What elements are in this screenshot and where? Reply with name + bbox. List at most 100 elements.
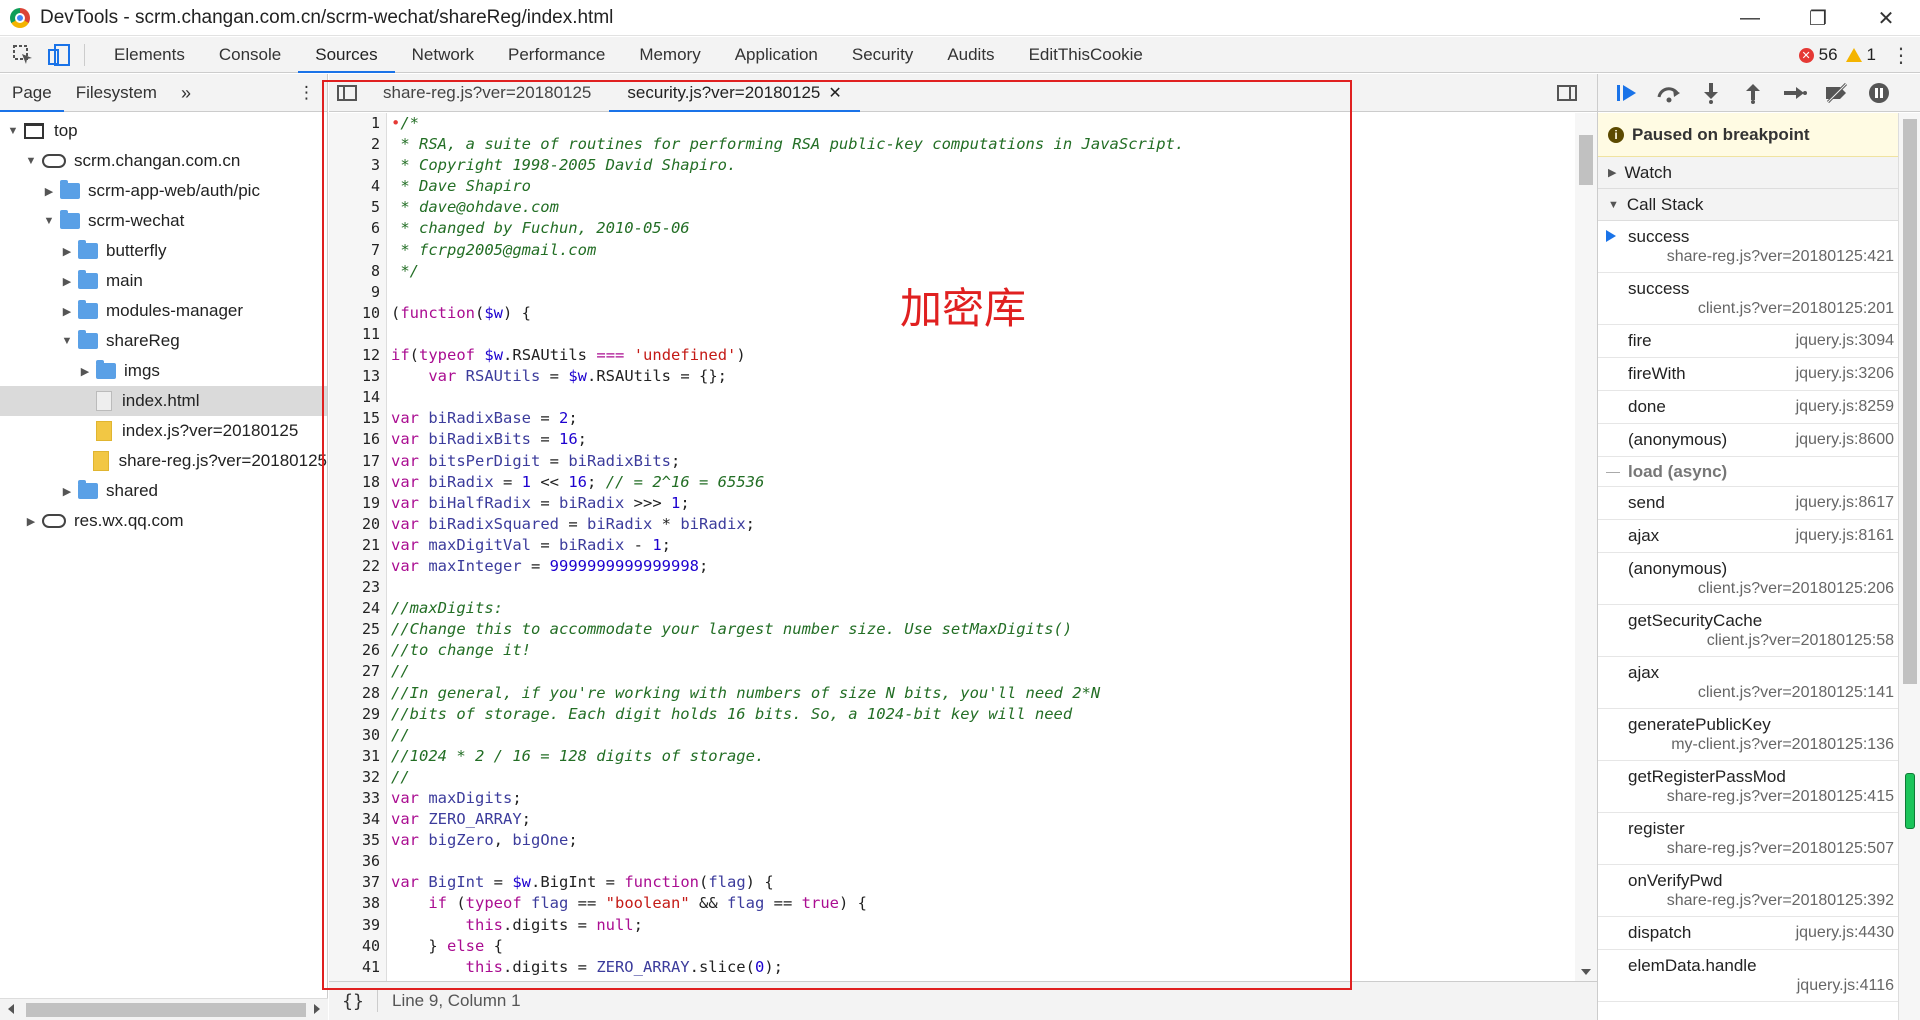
tree-item[interactable]: ▶ butterfly — [0, 236, 327, 266]
code-line[interactable]: var bigZero, bigOne; — [391, 830, 1571, 851]
code-line[interactable]: // — [391, 725, 1571, 746]
call-frame[interactable]: success share-reg.js?ver=20180125:421 — [1598, 221, 1898, 273]
line-number[interactable]: 24 — [329, 598, 386, 619]
frame-location-link[interactable]: client.js?ver=20180125:58 — [1628, 632, 1898, 650]
frame-location-link[interactable]: client.js?ver=20180125:201 — [1628, 300, 1898, 318]
tab-application[interactable]: Application — [718, 37, 835, 73]
tree-item[interactable]: ▼ scrm.changan.com.cn — [0, 146, 327, 176]
line-number[interactable]: 36 — [329, 851, 386, 872]
code-line[interactable]: var ZERO_ARRAY; — [391, 809, 1571, 830]
step-out-button[interactable] — [1732, 78, 1774, 108]
line-number[interactable]: 6 — [329, 218, 386, 239]
line-number[interactable]: 30 — [329, 725, 386, 746]
tree-item[interactable]: ▼ scrm-wechat — [0, 206, 327, 236]
debugger-vertical-scrollbar[interactable] — [1898, 113, 1920, 1020]
device-toolbar-icon[interactable] — [46, 42, 72, 68]
line-number[interactable]: 31 — [329, 746, 386, 767]
code-line[interactable]: var biRadix = 1 << 16; // = 2^16 = 65536 — [391, 472, 1571, 493]
code-line[interactable]: * fcrpg2005@gmail.com — [391, 240, 1571, 261]
frame-location-link[interactable]: share-reg.js?ver=20180125:392 — [1628, 892, 1898, 910]
code-line[interactable]: var biRadixSquared = biRadix * biRadix; — [391, 514, 1571, 535]
line-number[interactable]: 1 — [329, 113, 386, 134]
expand-arrow-icon[interactable]: ▶ — [78, 364, 92, 378]
frame-location-link[interactable]: jquery.js:4116 — [1628, 977, 1898, 995]
step-into-button[interactable] — [1690, 78, 1732, 108]
frame-location-link[interactable]: share-reg.js?ver=20180125:415 — [1628, 788, 1898, 806]
line-number[interactable]: 11 — [329, 324, 386, 345]
code-line[interactable]: //In general, if you're working with num… — [391, 683, 1571, 704]
line-number[interactable]: 34 — [329, 809, 386, 830]
call-frame[interactable]: generatePublicKey my-client.js?ver=201801… — [1598, 709, 1898, 761]
close-tab-icon[interactable]: ✕ — [828, 85, 841, 102]
code-line[interactable]: var maxDigitVal = biRadix - 1; — [391, 535, 1571, 556]
line-number[interactable]: 13 — [329, 366, 386, 387]
navigator-horizontal-scrollbar[interactable] — [0, 998, 328, 1020]
frame-location-link[interactable]: jquery.js:8600 — [1796, 431, 1894, 449]
line-number[interactable]: 10 — [329, 303, 386, 324]
line-number[interactable]: 2 — [329, 134, 386, 155]
line-number[interactable]: 29 — [329, 704, 386, 725]
code-line[interactable]: var maxInteger = 9999999999999998; — [391, 556, 1571, 577]
line-number[interactable]: 9 — [329, 282, 386, 303]
code-line[interactable]: // — [391, 661, 1571, 682]
line-number[interactable]: 5 — [329, 197, 386, 218]
line-number[interactable]: 23 — [329, 577, 386, 598]
call-frame[interactable]: dispatch jquery.js:4430 — [1598, 917, 1898, 950]
line-number[interactable]: 32 — [329, 767, 386, 788]
frame-location-link[interactable]: share-reg.js?ver=20180125:421 — [1628, 248, 1898, 266]
tree-item[interactable]: ▼ top — [0, 116, 327, 146]
scroll-right-icon[interactable] — [314, 1004, 320, 1014]
line-number[interactable]: 4 — [329, 176, 386, 197]
tab-filesystem[interactable]: Filesystem — [64, 74, 169, 112]
tree-item[interactable]: ▶ shared — [0, 476, 327, 506]
code-area[interactable]: 1 2 3 4 5 6 7 8 9 10 11 12 13 14 15 16 17 18 19 20 21 22 23 24 2… — [329, 113, 1597, 981]
line-number[interactable]: 14 — [329, 387, 386, 408]
tree-item[interactable]: ▶ modules-manager — [0, 296, 327, 326]
call-frame[interactable]: send jquery.js:8617 — [1598, 487, 1898, 520]
deactivate-breakpoints-button[interactable] — [1816, 78, 1858, 108]
expand-arrow-icon[interactable]: ▶ — [60, 274, 74, 288]
navigator-menu-icon[interactable]: ⋮ — [286, 74, 327, 112]
code-line[interactable]: * Copyright 1998-2005 David Shapiro. — [391, 155, 1571, 176]
tab-security[interactable]: Security — [835, 37, 930, 73]
line-number[interactable]: 38 — [329, 893, 386, 914]
tab-sources[interactable]: Sources — [298, 37, 395, 73]
restore-button[interactable]: ❐ — [1784, 0, 1852, 36]
line-number[interactable]: 15 — [329, 408, 386, 429]
line-number[interactable]: 7 — [329, 240, 386, 261]
line-number[interactable]: 39 — [329, 915, 386, 936]
code-line[interactable]: //1024 * 2 / 16 = 128 digits of storage. — [391, 746, 1571, 767]
editor-vertical-scrollbar[interactable] — [1575, 113, 1597, 981]
expand-arrow-icon[interactable]: ▶ — [60, 484, 74, 498]
expand-arrow-icon[interactable]: ▶ — [42, 184, 56, 198]
code-line[interactable]: //Change this to accommodate your larges… — [391, 619, 1571, 640]
code-line[interactable]: var maxDigits; — [391, 788, 1571, 809]
line-number[interactable]: 18 — [329, 472, 386, 493]
line-number[interactable]: 22 — [329, 556, 386, 577]
code-line[interactable]: var bitsPerDigit = biRadixBits; — [391, 451, 1571, 472]
more-tabs-icon[interactable]: » — [169, 74, 203, 112]
devtools-menu-icon[interactable]: ⋮ — [1886, 43, 1916, 68]
watch-section-header[interactable]: ▶ Watch — [1598, 157, 1898, 189]
code-line[interactable]: * RSA, a suite of routines for performin… — [391, 134, 1571, 155]
expand-arrow-icon[interactable]: ▶ — [24, 514, 38, 528]
collapse-arrow-icon[interactable]: ▼ — [42, 214, 56, 228]
step-over-button[interactable] — [1648, 78, 1690, 108]
tab-page[interactable]: Page — [0, 74, 64, 112]
call-frame[interactable]: success client.js?ver=20180125:201 — [1598, 273, 1898, 325]
frame-location-link[interactable]: client.js?ver=20180125:141 — [1628, 684, 1898, 702]
line-number[interactable]: 21 — [329, 535, 386, 556]
call-frame[interactable]: ajax client.js?ver=20180125:141 — [1598, 657, 1898, 709]
tree-item[interactable]: ▶ main — [0, 266, 327, 296]
call-frame[interactable]: done jquery.js:8259 — [1598, 391, 1898, 424]
call-frame[interactable]: onVerifyPwd share-reg.js?ver=20180125:392 — [1598, 865, 1898, 917]
collapse-arrow-icon[interactable]: ▼ — [6, 124, 20, 138]
code-line[interactable]: var biRadixBase = 2; — [391, 408, 1571, 429]
line-number[interactable]: 19 — [329, 493, 386, 514]
error-warning-counter[interactable]: ✕ 56 1 — [1798, 45, 1876, 65]
frame-location-link[interactable]: jquery.js:8617 — [1796, 494, 1894, 512]
code-line[interactable]: if (typeof flag == "boolean" && flag == … — [391, 893, 1571, 914]
tab-performance[interactable]: Performance — [491, 37, 622, 73]
code-line[interactable] — [391, 387, 1571, 408]
call-frame[interactable]: fireWith jquery.js:3206 — [1598, 358, 1898, 391]
